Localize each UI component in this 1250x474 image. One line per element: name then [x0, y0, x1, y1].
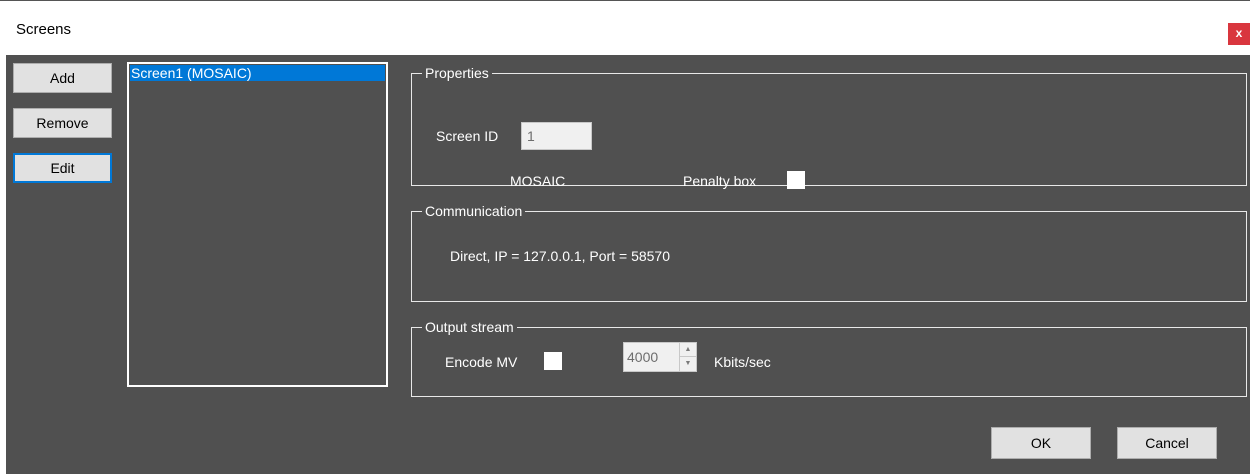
communication-legend: Communication [422, 202, 526, 220]
stepper-buttons: ▲ ▼ [679, 343, 696, 371]
communication-details: Direct, IP = 127.0.0.1, Port = 58570 [450, 248, 670, 264]
add-button-label: Add [50, 70, 75, 86]
penalty-box-checkbox[interactable] [787, 171, 805, 189]
window-title: Screens [16, 21, 72, 38]
close-icon: x [1235, 26, 1243, 40]
ok-button-label: OK [1030, 435, 1052, 451]
bitrate-unit-label: Kbits/sec [714, 354, 771, 370]
stepper-down-icon[interactable]: ▼ [680, 357, 696, 371]
encode-mv-checkbox[interactable] [544, 352, 562, 370]
add-button[interactable]: Add [13, 63, 112, 93]
bitrate-value: 4000 [627, 349, 659, 365]
list-item[interactable]: Screen1 (MOSAIC) [130, 65, 385, 81]
list-item-label: Screen1 (MOSAIC) [131, 65, 252, 81]
title-bar: Screens x [0, 0, 1250, 55]
cancel-button-label: Cancel [1145, 435, 1189, 451]
remove-button[interactable]: Remove [13, 108, 112, 138]
ok-button[interactable]: OK [991, 427, 1091, 459]
edit-button[interactable]: Edit [13, 153, 112, 183]
screen-id-label: Screen ID [436, 128, 499, 144]
encode-mv-label: Encode MV [445, 354, 518, 370]
stepper-up-icon[interactable]: ▲ [680, 343, 696, 357]
output-stream-legend: Output stream [422, 318, 517, 336]
dialog-body: Add Remove Edit Screen1 (MOSAIC) Propert… [6, 55, 1250, 474]
bitrate-stepper[interactable]: 4000 ▲ ▼ [623, 342, 697, 372]
mode-label: MOSAIC [510, 173, 566, 189]
edit-button-label: Edit [50, 160, 75, 176]
close-button[interactable]: x [1228, 23, 1250, 45]
screens-list[interactable]: Screen1 (MOSAIC) [127, 62, 388, 387]
output-stream-group: Output stream [411, 318, 1247, 397]
screen-id-value: 1 [527, 128, 535, 144]
properties-legend: Properties [422, 64, 492, 82]
cancel-button[interactable]: Cancel [1117, 427, 1217, 459]
remove-button-label: Remove [36, 115, 89, 131]
screen-id-field[interactable]: 1 [521, 122, 592, 150]
penalty-box-label: Penalty box [683, 173, 757, 189]
